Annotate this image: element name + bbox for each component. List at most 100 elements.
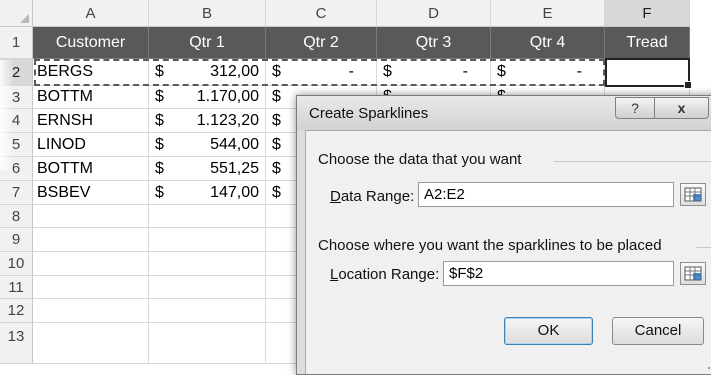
cell-d2[interactable]: $ - [377,59,491,86]
cell-b4[interactable]: $1.123,20 [149,109,266,133]
row-header-12[interactable]: 12 [0,299,33,323]
customer-name: BOTTM [37,88,93,105]
currency-symbol: $ [155,63,164,80]
ok-button[interactable]: OK [504,317,593,345]
cell-a13[interactable] [33,323,149,364]
header-cell-tread[interactable]: Tread [605,27,690,59]
cell-b2[interactable]: $312,00 [149,59,266,86]
cell-a2[interactable]: BERGS [33,59,149,86]
empty-value: - [348,63,354,80]
cell-b12[interactable] [149,299,266,323]
cell-b6[interactable]: $551,25 [149,157,266,181]
qtr1-value: 551,25 [210,159,259,177]
location-section-label: Choose where you want the sparklines to … [318,237,662,254]
select-all-corner[interactable] [0,0,33,27]
cell-b3[interactable]: $1.170,00 [149,86,266,109]
help-button[interactable]: ? [615,97,655,119]
cell-a5[interactable]: LINOD [33,133,149,157]
cell-a10[interactable] [33,252,149,276]
currency-symbol: $ [155,88,164,105]
data-range-label: Data Range: [330,188,414,205]
data-range-collapse-button[interactable] [680,183,706,206]
cell-a8[interactable] [33,205,149,228]
dialog-titlebar[interactable]: Create Sparklines ? x [297,96,711,130]
currency-symbol: $ [155,135,164,153]
cell-b5[interactable]: $544,00 [149,133,266,157]
currency-symbol: $ [272,183,281,201]
cell-b8[interactable] [149,205,266,228]
currency-symbol: $ [272,111,281,129]
column-header-d[interactable]: D [377,0,491,27]
data-section-divider [554,161,711,162]
cell-b10[interactable] [149,252,266,276]
location-range-collapse-button[interactable] [680,262,706,285]
row-header-1[interactable]: 1 [0,27,33,59]
row-header-13[interactable]: 13 [0,323,33,364]
column-header-e[interactable]: E [491,0,605,27]
row-header-8[interactable]: 8 [0,205,33,228]
cancel-button[interactable]: Cancel [612,317,704,345]
currency-symbol: $ [155,159,164,177]
active-cell-selection[interactable] [605,58,692,89]
header-cell-qtr4[interactable]: Qtr 4 [491,27,605,59]
create-sparklines-dialog: Create Sparklines ? x Choose the data th… [296,95,711,375]
resize-grip-icon[interactable] [707,358,711,370]
header-cell-qtr3[interactable]: Qtr 3 [377,27,491,59]
customer-name: ERNSH [37,111,94,129]
header-cell-customer[interactable]: Customer [33,27,149,59]
header-cell-qtr2[interactable]: Qtr 2 [266,27,377,59]
customer-name: BERGS [37,63,94,80]
cell-e2[interactable]: $ - [491,59,605,86]
header-text-qtr3: Qtr 3 [415,33,452,51]
cell-a9[interactable] [33,228,149,252]
row-header-6[interactable]: 6 [0,157,33,181]
cell-c2[interactable]: $ - [266,59,377,86]
column-header-c[interactable]: C [266,0,377,27]
row-header-4[interactable]: 4 [0,109,33,133]
currency-symbol: $ [272,63,281,80]
column-header-a[interactable]: A [33,0,149,27]
customer-name: BSBEV [37,183,91,201]
select-all-triangle-icon [20,14,29,23]
cell-a12[interactable] [33,299,149,323]
cell-b11[interactable] [149,276,266,299]
cell-a3[interactable]: BOTTM [33,86,149,109]
data-section-label: Choose the data that you want [318,151,522,168]
row-header-3[interactable]: 3 [0,86,33,109]
cell-a6[interactable]: BOTTM [33,157,149,181]
empty-value: - [462,63,468,80]
range-selector-icon [684,187,702,202]
dialog-body: Choose the data that you want Data Range… [305,130,711,374]
row-header-11[interactable]: 11 [0,276,33,299]
cell-b13[interactable] [149,323,266,364]
data-range-input[interactable]: A2:E2 [418,182,674,207]
cell-a11[interactable] [33,276,149,299]
cell-b9[interactable] [149,228,266,252]
header-text-tread: Tread [626,33,668,51]
location-range-input[interactable]: $F$2 [443,261,674,286]
cell-a4[interactable]: ERNSH [33,109,149,133]
column-header-b[interactable]: B [149,0,266,27]
empty-value: - [576,63,582,80]
qtr1-value: 1.123,20 [196,111,259,129]
customer-name: BOTTM [37,159,93,177]
qtr1-value: 312,00 [210,63,259,80]
header-cell-qtr1[interactable]: Qtr 1 [149,27,266,59]
range-selector-icon [684,266,702,281]
fill-handle[interactable] [684,81,692,89]
data-range-accelerator: D [330,188,341,205]
cell-b7[interactable]: $147,00 [149,181,266,205]
customer-name: LINOD [37,135,86,153]
header-text-qtr4: Qtr 4 [529,33,566,51]
currency-symbol: $ [272,159,281,177]
row-header-7[interactable]: 7 [0,181,33,205]
row-header-2[interactable]: 2 [0,59,33,86]
close-button[interactable]: x [654,97,709,119]
column-header-f[interactable]: F [605,0,690,27]
cell-a7[interactable]: BSBEV [33,181,149,205]
currency-symbol: $ [155,183,164,201]
row-header-10[interactable]: 10 [0,252,33,276]
row-header-5[interactable]: 5 [0,133,33,157]
row-header-9[interactable]: 9 [0,228,33,252]
header-text-qtr1: Qtr 1 [189,33,225,51]
